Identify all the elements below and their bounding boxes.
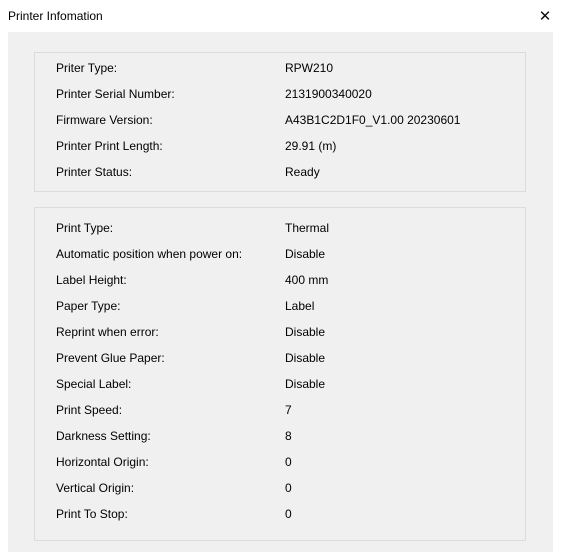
setting-label: Print Speed: (56, 403, 123, 417)
setting-row-paper-type: Paper Type: Label (35, 295, 525, 318)
setting-row-print-to-stop: Print To Stop: 0 (35, 503, 525, 526)
setting-row-vertical-origin: Vertical Origin: 0 (35, 477, 525, 500)
close-button[interactable]: ✕ (529, 0, 561, 32)
setting-label: Label Height: (56, 273, 127, 287)
info-value: RPW210 (285, 61, 334, 75)
setting-row-prevent-glue-paper: Prevent Glue Paper: Disable (35, 347, 525, 370)
close-icon: ✕ (538, 7, 552, 25)
info-label: Priter Type: (56, 61, 118, 75)
printer-info-dialog: Printer Infomation ✕ Priter Type: RPW210… (0, 0, 561, 560)
setting-label: Print To Stop: (56, 507, 128, 521)
setting-row-auto-position: Automatic position when power on: Disabl… (35, 243, 525, 266)
setting-row-print-type: Print Type: Thermal (35, 217, 525, 240)
setting-row-special-label: Special Label: Disable (35, 373, 525, 396)
printer-info-group: Priter Type: RPW210 Printer Serial Numbe… (34, 52, 526, 192)
dialog-client-area: Priter Type: RPW210 Printer Serial Numbe… (8, 32, 553, 552)
setting-value: Thermal (285, 221, 330, 235)
info-label: Firmware Version: (56, 113, 153, 127)
setting-value: 0 (285, 455, 292, 469)
setting-value: 8 (285, 429, 292, 443)
info-label: Printer Status: (56, 165, 133, 179)
setting-row-horizontal-origin: Horizontal Origin: 0 (35, 451, 525, 474)
setting-label: Prevent Glue Paper: (56, 351, 165, 365)
info-label: Printer Print Length: (56, 139, 163, 153)
info-row-serial-number: Printer Serial Number: 2131900340020 (35, 83, 525, 106)
info-row-print-length: Printer Print Length: 29.91 (m) (35, 135, 525, 158)
setting-value: Disable (285, 377, 326, 391)
setting-row-print-speed: Print Speed: 7 (35, 399, 525, 422)
title-bar: Printer Infomation ✕ (0, 0, 561, 32)
setting-value: 0 (285, 481, 292, 495)
setting-value: Disable (285, 351, 326, 365)
info-row-printer-type: Priter Type: RPW210 (35, 57, 525, 80)
info-value: 2131900340020 (285, 87, 372, 101)
setting-row-reprint-when-error: Reprint when error: Disable (35, 321, 525, 344)
setting-value: Disable (285, 247, 326, 261)
setting-row-label-height: Label Height: 400 mm (35, 269, 525, 292)
setting-value: 400 mm (285, 273, 329, 287)
info-value: Ready (285, 165, 320, 179)
info-value: 29.91 (m) (285, 139, 337, 153)
setting-value: 7 (285, 403, 292, 417)
setting-row-darkness-setting: Darkness Setting: 8 (35, 425, 525, 448)
info-value: A43B1C2D1F0_V1.00 20230601 (285, 113, 461, 127)
setting-value: Disable (285, 325, 326, 339)
setting-label: Vertical Origin: (56, 481, 135, 495)
setting-label: Horizontal Origin: (56, 455, 149, 469)
setting-label: Reprint when error: (56, 325, 159, 339)
setting-label: Print Type: (56, 221, 114, 235)
window-title: Printer Infomation (8, 9, 103, 23)
setting-label: Special Label: (56, 377, 132, 391)
setting-value: Label (285, 299, 315, 313)
setting-label: Paper Type: (56, 299, 121, 313)
info-label: Printer Serial Number: (56, 87, 175, 101)
setting-label: Automatic position when power on: (56, 247, 243, 261)
setting-label: Darkness Setting: (56, 429, 151, 443)
printer-settings-group: Print Type: Thermal Automatic position w… (34, 207, 526, 541)
info-row-printer-status: Printer Status: Ready (35, 161, 525, 184)
setting-value: 0 (285, 507, 292, 521)
info-row-firmware-version: Firmware Version: A43B1C2D1F0_V1.00 2023… (35, 109, 525, 132)
